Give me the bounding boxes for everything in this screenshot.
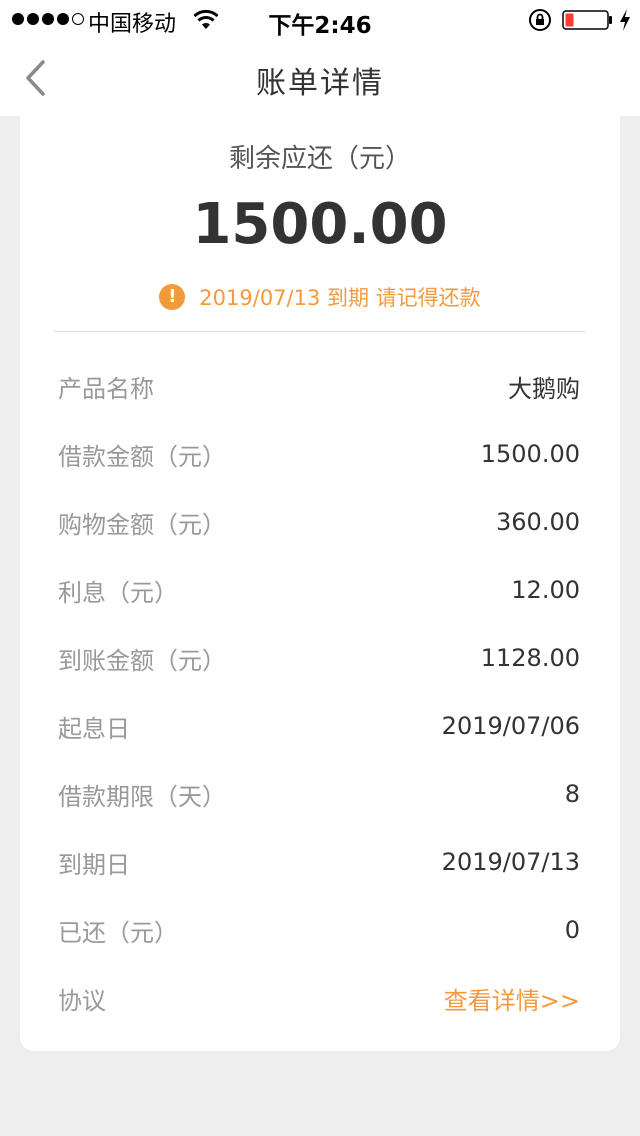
battery-icon	[562, 10, 614, 34]
detail-label: 已还（元）	[58, 918, 178, 947]
navigation-bar: 账单详情	[0, 40, 640, 116]
detail-row-repaid: 已还（元） 0	[58, 910, 580, 950]
divider	[54, 331, 585, 332]
detail-row-interest-start-date: 起息日 2019/07/06	[58, 706, 580, 746]
charging-bolt-icon	[618, 8, 632, 36]
detail-label: 协议	[58, 986, 106, 1015]
status-bar: 中国移动 下午2:46	[0, 0, 640, 40]
detail-value: 1128.00	[480, 644, 580, 672]
detail-row-due-date: 到期日 2019/07/13	[58, 842, 580, 882]
detail-value: 2019/07/13	[441, 848, 580, 876]
detail-value: 12.00	[511, 576, 580, 604]
detail-value: 2019/07/06	[441, 712, 580, 740]
warning-icon: !	[159, 284, 186, 310]
detail-label: 利息（元）	[58, 578, 178, 607]
remaining-amount: 1500.00	[192, 192, 448, 257]
view-agreement-link[interactable]: 查看详情>>	[444, 981, 580, 1016]
detail-row-interest: 利息（元） 12.00	[58, 570, 580, 610]
bill-detail-card: 剩余应还（元） 1500.00 ! 2019/07/13 到期 请记得还款 产品…	[20, 116, 620, 1051]
detail-label: 到账金额（元）	[58, 646, 226, 675]
detail-row-shopping-amount: 购物金额（元） 360.00	[58, 502, 580, 542]
detail-value: 0	[564, 916, 580, 944]
detail-value: 8	[564, 780, 580, 808]
detail-label: 产品名称	[58, 374, 154, 403]
remaining-label: 剩余应还（元）	[228, 144, 411, 174]
detail-row-received-amount: 到账金额（元） 1128.00	[58, 638, 580, 678]
detail-label: 购物金额（元）	[58, 510, 226, 539]
page-title: 账单详情	[256, 66, 384, 101]
detail-label: 借款期限（天）	[58, 782, 226, 811]
detail-label: 起息日	[58, 714, 130, 743]
detail-row-loan-amount: 借款金额（元） 1500.00	[58, 434, 580, 474]
due-notice-text: 2019/07/13 到期 请记得还款	[199, 286, 481, 310]
detail-row-agreement: 协议 查看详情>>	[58, 978, 580, 1018]
detail-label: 借款金额（元）	[58, 442, 226, 471]
due-notice: ! 2019/07/13 到期 请记得还款	[20, 282, 620, 312]
detail-value: 360.00	[496, 508, 580, 536]
orientation-lock-icon	[528, 8, 552, 36]
detail-value: 大鹅购	[508, 374, 580, 403]
detail-label: 到期日	[58, 850, 130, 879]
detail-value: 1500.00	[480, 440, 580, 468]
detail-row-product-name: 产品名称 大鹅购	[58, 366, 580, 406]
detail-row-loan-term: 借款期限（天） 8	[58, 774, 580, 814]
